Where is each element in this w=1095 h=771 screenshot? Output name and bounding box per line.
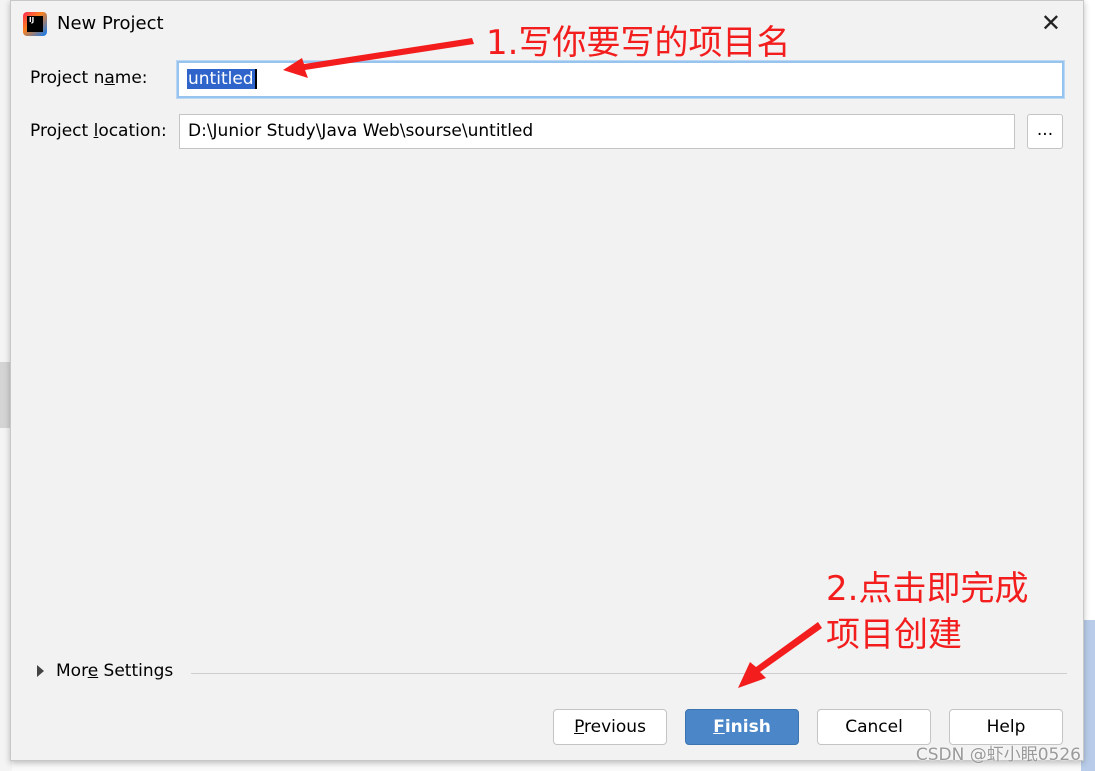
annotation-step2-line1: 2.点击即完成 xyxy=(826,569,1029,609)
watermark: CSDN @虾小眠0526 xyxy=(915,745,1081,765)
annotation-step2-line2: 项目创建 xyxy=(826,615,962,655)
arrow-1 xyxy=(283,38,474,78)
arrow-2 xyxy=(738,622,822,688)
annotation-step1: 1.写你要写的项目名 xyxy=(486,23,791,63)
